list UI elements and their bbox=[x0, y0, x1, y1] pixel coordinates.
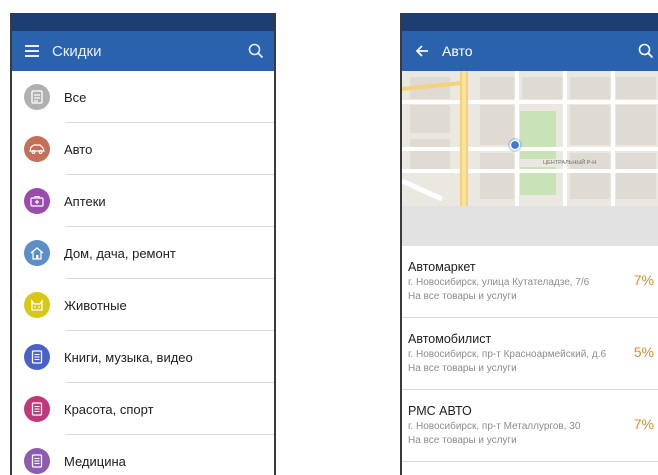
category-list: Все Авто Аптеки Дом, дача, ремонт Животн… bbox=[12, 71, 274, 475]
animal-icon bbox=[24, 292, 50, 318]
shop-terms: На все товары и услуги bbox=[408, 291, 517, 302]
app-bar: Авто bbox=[402, 31, 658, 71]
shop-address: г. Новосибирск, пр-т Металлургов, 30 bbox=[408, 421, 581, 432]
discount-badge: 5% bbox=[633, 344, 654, 360]
status-bar bbox=[402, 13, 658, 31]
shop-item[interactable]: РМС АВТО г. Новосибирск, пр-т Металлурго… bbox=[402, 390, 658, 462]
category-detail-screen: Авто ЦЕНТРАЛЬНЫЙ Р-Н Автомаркет г. Новос… bbox=[400, 13, 658, 475]
map-divider bbox=[402, 206, 658, 246]
first-aid-icon bbox=[24, 188, 50, 214]
book-icon bbox=[24, 344, 50, 370]
category-label: Книги, музыка, видео bbox=[64, 349, 193, 365]
shop-item[interactable]: Автомаркет г. Новосибирск, улица Кутател… bbox=[402, 246, 658, 318]
category-item[interactable]: Животные bbox=[12, 279, 274, 331]
map-view[interactable]: ЦЕНТРАЛЬНЫЙ Р-Н bbox=[402, 71, 658, 206]
category-item[interactable]: Все bbox=[12, 71, 274, 123]
shop-item[interactable]: Автомобилист г. Новосибирск, пр-т Красно… bbox=[402, 318, 658, 390]
category-label: Аптеки bbox=[64, 193, 106, 209]
category-item[interactable]: Аптеки bbox=[12, 175, 274, 227]
screenshot-canvas: Скидки Все Авто Аптеки Дом, дача, ремонт… bbox=[0, 0, 658, 475]
shop-name: Автомобилист bbox=[408, 332, 492, 346]
medical-icon bbox=[24, 448, 50, 474]
document-icon bbox=[24, 84, 50, 110]
status-bar bbox=[12, 13, 274, 31]
category-label: Все bbox=[64, 89, 87, 105]
category-label: Авто bbox=[64, 141, 93, 157]
category-label: Медицина bbox=[64, 453, 126, 469]
page-title: Авто bbox=[442, 43, 473, 59]
arrow-left-icon[interactable] bbox=[402, 45, 442, 57]
page-title: Скидки bbox=[52, 42, 102, 60]
car-icon bbox=[24, 136, 50, 162]
shop-name: РМС АВТО bbox=[408, 404, 472, 418]
discount-badge: 7% bbox=[633, 272, 654, 288]
categories-screen: Скидки Все Авто Аптеки Дом, дача, ремонт… bbox=[10, 13, 276, 475]
category-item[interactable]: Медицина bbox=[12, 435, 274, 475]
app-bar: Скидки bbox=[12, 31, 274, 71]
shop-name: Автомаркет bbox=[408, 260, 476, 274]
shop-address: г. Новосибирск, пр-т Красноармейский, д.… bbox=[408, 349, 607, 360]
category-label: Животные bbox=[64, 297, 127, 313]
shop-address: г. Новосибирск, улица Кутателадзе, 7/6 bbox=[408, 277, 590, 288]
shop-terms: На все товары и услуги bbox=[408, 363, 517, 374]
beauty-icon bbox=[24, 396, 50, 422]
discount-badge: 7% bbox=[633, 416, 654, 432]
menu-icon[interactable] bbox=[12, 45, 52, 57]
category-label: Дом, дача, ремонт bbox=[64, 245, 176, 261]
house-icon bbox=[24, 240, 50, 266]
shop-terms: На все товары и услуги bbox=[408, 435, 517, 446]
category-item[interactable]: Красота, спорт bbox=[12, 383, 274, 435]
shop-list: Автомаркет г. Новосибирск, улица Кутател… bbox=[402, 246, 658, 462]
map-district-label: ЦЕНТРАЛЬНЫЙ Р-Н bbox=[543, 158, 596, 166]
category-item[interactable]: Книги, музыка, видео bbox=[12, 331, 274, 383]
category-item[interactable]: Авто bbox=[12, 123, 274, 175]
category-item[interactable]: Дом, дача, ремонт bbox=[12, 227, 274, 279]
category-label: Красота, спорт bbox=[64, 401, 154, 417]
search-icon[interactable] bbox=[238, 43, 274, 59]
search-icon[interactable] bbox=[628, 43, 658, 59]
